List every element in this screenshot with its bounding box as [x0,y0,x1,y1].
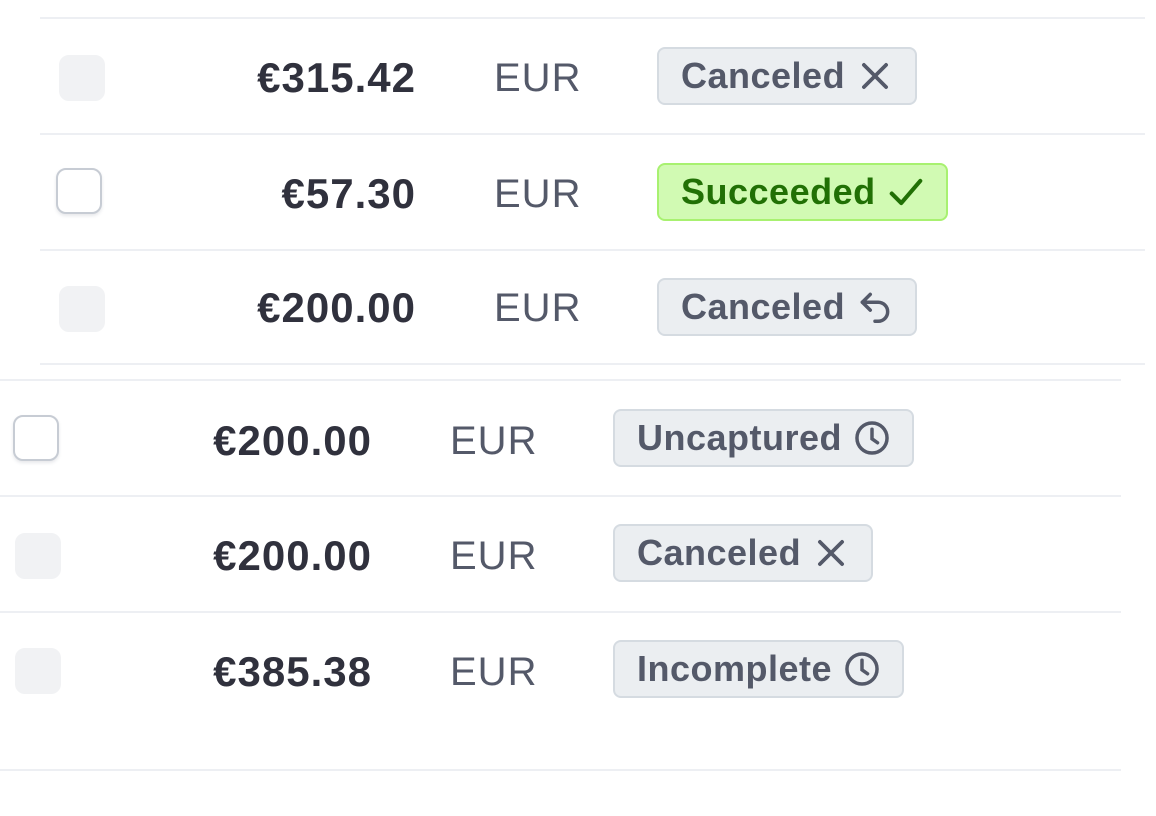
table-row[interactable]: €200.00 EUR Uncaptured [0,381,1121,497]
payment-currency: EUR [450,419,538,463]
payment-currency: EUR [494,56,582,100]
status-label: Succeeded [681,171,876,212]
payment-currency: EUR [450,650,538,694]
status-badge: Canceled [657,278,918,336]
table-row[interactable]: €315.42 EUR Canceled [40,19,1145,135]
status-label: Canceled [681,55,846,96]
status-badge: Canceled [613,524,874,582]
payment-amount: €200.00 [213,417,372,464]
payment-amount: €200.00 [213,532,372,579]
reply-arrow-icon [855,287,895,327]
checkmark-icon [886,172,926,212]
payment-currency: EUR [450,534,538,578]
status-badge: Succeeded [657,163,948,221]
status-badge: Incomplete [613,640,905,698]
row-checkbox [15,533,61,579]
payment-amount: €385.38 [213,648,372,695]
table-row[interactable]: €57.30 EUR Succeeded [40,135,1145,251]
payment-amount: €57.30 [281,170,416,217]
x-icon [855,56,895,96]
payment-amount: €315.42 [257,54,416,101]
table-row[interactable]: €200.00 EUR Canceled [0,497,1121,613]
status-label: Uncaptured [637,417,843,458]
status-label: Canceled [681,286,846,327]
row-checkbox [15,648,61,694]
status-label: Incomplete [637,648,833,689]
payment-currency: EUR [494,286,582,330]
table-row[interactable]: €200.00 EUR Canceled [40,249,1145,365]
payment-currency: EUR [494,172,582,216]
status-badge: Canceled [657,47,918,105]
row-checkbox[interactable] [13,415,59,461]
row-checkbox [59,286,105,332]
status-label: Canceled [637,532,802,573]
row-checkbox [59,55,105,101]
payment-amount: €200.00 [257,284,416,331]
clock-icon [842,649,882,689]
clock-icon [852,418,892,458]
x-icon [811,533,851,573]
table-row[interactable]: €385.38 EUR Incomplete [0,613,1121,771]
status-badge: Uncaptured [613,409,915,467]
row-checkbox[interactable] [56,168,102,214]
